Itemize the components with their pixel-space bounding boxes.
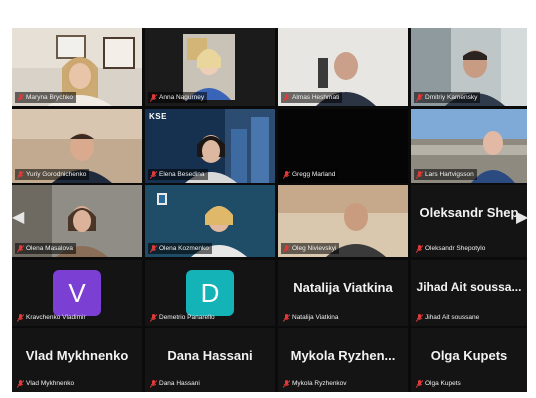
participant-name-label: Almas Heshmati — [281, 92, 343, 103]
participant-tile[interactable]: Mykola Ryzhen... Mykola Ryzhenkov — [278, 328, 408, 392]
mic-muted-icon — [17, 170, 24, 179]
mic-muted-icon — [150, 244, 157, 253]
mic-muted-icon — [17, 379, 24, 388]
participant-name-label: Kravchenko Vladimir — [15, 312, 89, 323]
participant-name-label: Olena Masalova — [15, 243, 76, 254]
participant-name-label: Demetrio Panarello — [148, 312, 218, 323]
participant-display-name: Vlad Mykhnenko — [25, 348, 129, 363]
participant-name-label: Olena Kozmenko — [148, 243, 212, 254]
participant-name-label: Oleg Nivievskyi — [281, 243, 340, 254]
participant-display-name: Dana Hassani — [167, 348, 253, 363]
mic-muted-icon — [416, 379, 423, 388]
participant-tile-active-speaker[interactable]: Almas Heshmati — [278, 28, 408, 106]
participant-tile[interactable]: Dana Hassani Dana Hassani — [145, 328, 275, 392]
mic-muted-icon — [416, 313, 423, 322]
participant-tile[interactable]: Yuriy Gorodnichenko — [12, 109, 142, 183]
participant-tile[interactable]: D Demetrio Panarello — [145, 260, 275, 326]
mic-muted-icon — [283, 93, 290, 102]
chevron-left-icon[interactable]: ◀ — [12, 206, 24, 230]
mic-muted-icon — [416, 93, 423, 102]
participant-avatar: D — [186, 270, 234, 316]
participant-tile[interactable]: V Kravchenko Vladimir — [12, 260, 142, 326]
participant-display-name: Natalija Viatkina — [293, 280, 393, 295]
participant-tile[interactable]: Jihad Ait soussa... Jihad Ait soussane — [411, 260, 527, 326]
mic-muted-icon — [283, 379, 290, 388]
participant-tile[interactable]: Anna Nagurney — [145, 28, 275, 106]
zoom-window: Maryna Brychko Anna Nagurney Almas Heshm… — [0, 0, 536, 398]
participant-name-label: Jihad Ait soussane — [414, 312, 482, 323]
participant-tile[interactable]: KSE Elena Besedina — [145, 109, 275, 183]
mic-muted-icon — [283, 313, 290, 322]
mic-muted-icon — [283, 170, 290, 179]
mic-muted-icon — [17, 244, 24, 253]
participant-tile[interactable]: Oleksandr Shep Oleksandr Shepotylo — [411, 185, 527, 257]
participant-tile[interactable]: Maryna Brychko — [12, 28, 142, 106]
participant-name-label: Yuriy Gorodnichenko — [15, 169, 90, 180]
chevron-right-icon[interactable]: ▶ — [516, 206, 528, 230]
participant-name-label: Vlad Mykhnenko — [15, 378, 77, 389]
participant-tile[interactable]: Dmitriy Kamensky — [411, 28, 527, 106]
participant-name-label: Elena Besedina — [148, 169, 208, 180]
participant-tile[interactable]: Oleg Nivievskyi — [278, 185, 408, 257]
participant-avatar: V — [53, 270, 101, 316]
participant-tile[interactable]: Olena Masalova — [12, 185, 142, 257]
participant-name-label: Gregg Marland — [281, 169, 339, 180]
participant-tile[interactable]: Gregg Marland — [278, 109, 408, 183]
participant-display-name: Jihad Ait soussa... — [416, 280, 522, 294]
mic-muted-icon — [17, 313, 24, 322]
mic-muted-icon — [150, 170, 157, 179]
participant-name-label: Anna Nagurney — [148, 92, 208, 103]
participant-display-name: Olga Kupets — [430, 348, 508, 363]
participant-tile[interactable]: Olga Kupets Olga Kupets — [411, 328, 527, 392]
mic-muted-icon — [150, 379, 157, 388]
mic-muted-icon — [150, 313, 157, 322]
participant-name-label: Dmitriy Kamensky — [414, 92, 481, 103]
participant-name-label: Mykola Ryzhenkov — [281, 378, 350, 389]
participant-tile[interactable]: Vlad Mykhnenko Vlad Mykhnenko — [12, 328, 142, 392]
participant-name-label: Lars Hartvigsson — [414, 169, 477, 180]
participant-display-name: Oleksandr Shep — [419, 205, 519, 220]
kse-logo: KSE — [149, 112, 167, 121]
participant-name-label: Oleksandr Shepotylo — [414, 243, 488, 254]
participant-name-label: Natalija Viatkina — [281, 312, 342, 323]
mic-muted-icon — [283, 244, 290, 253]
participant-name-label: Dana Hassani — [148, 378, 203, 389]
participant-name-label: Olga Kupets — [414, 378, 464, 389]
participant-tile[interactable]: Natalija Viatkina Natalija Viatkina — [278, 260, 408, 326]
mic-muted-icon — [150, 93, 157, 102]
mic-muted-icon — [416, 170, 423, 179]
participant-name-label: Maryna Brychko — [15, 92, 76, 103]
gallery-view: Maryna Brychko Anna Nagurney Almas Heshm… — [12, 28, 527, 392]
mic-muted-icon — [17, 93, 24, 102]
participant-tile[interactable]: Olena Kozmenko — [145, 185, 275, 257]
mic-muted-icon — [416, 244, 423, 253]
participant-tile[interactable]: Lars Hartvigsson — [411, 109, 527, 183]
participant-display-name: Mykola Ryzhen... — [290, 348, 396, 363]
